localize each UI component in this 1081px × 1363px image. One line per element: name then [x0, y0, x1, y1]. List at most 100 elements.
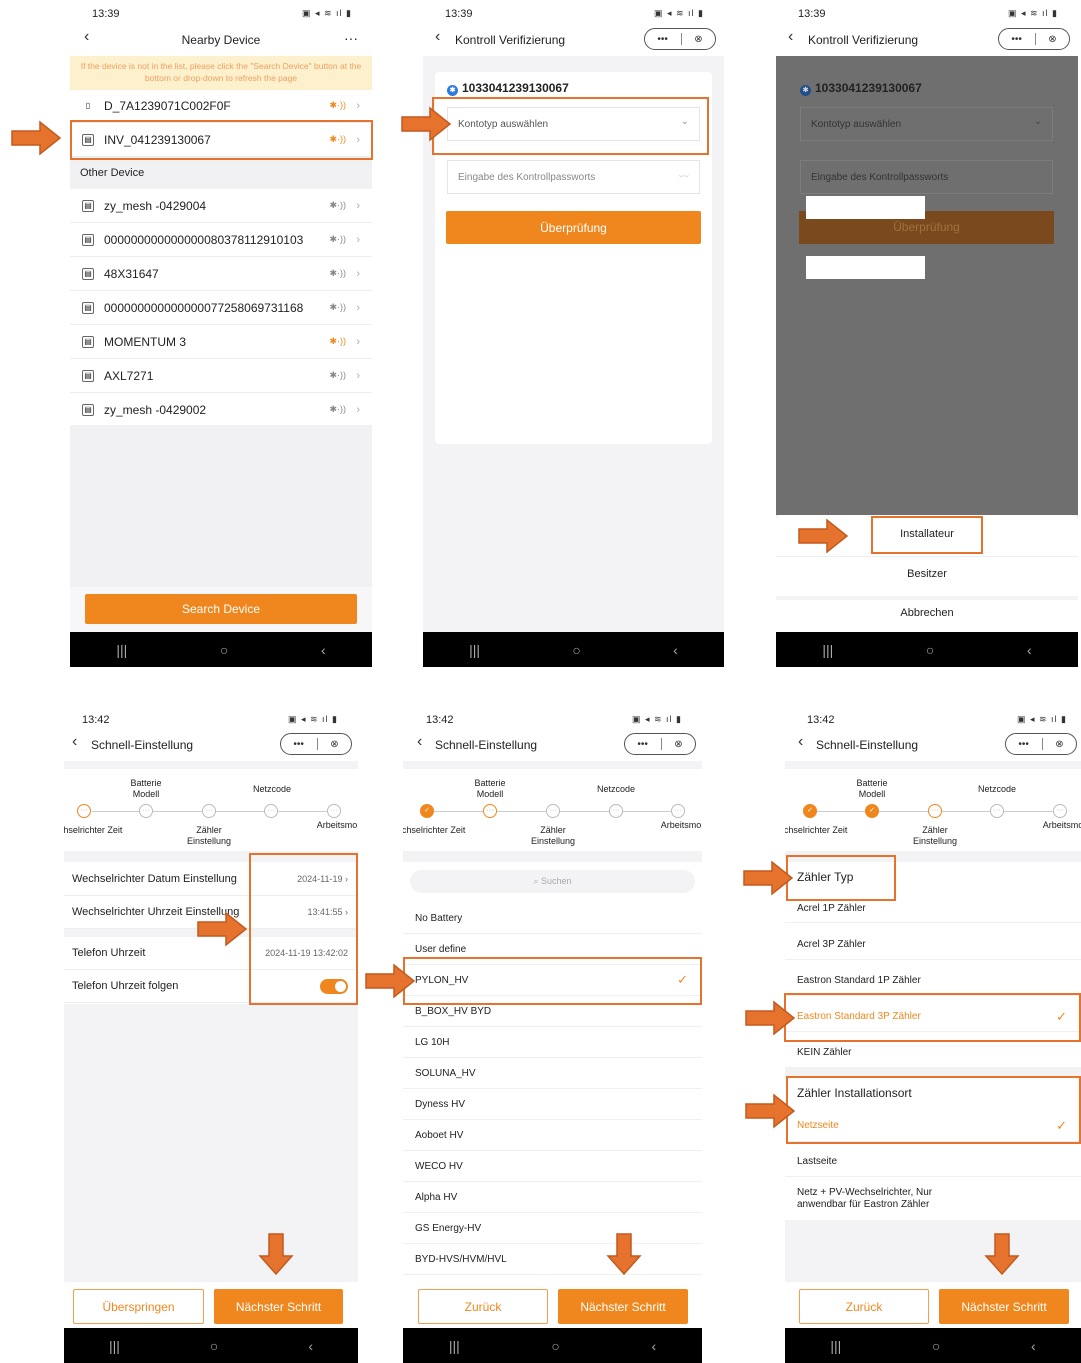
device-icon: ▯ [85, 101, 91, 110]
battery-option[interactable]: GS Energy-HV [403, 1213, 702, 1244]
annotation-down-arrow-icon [607, 1233, 641, 1275]
skip-button[interactable]: Überspringen [73, 1289, 204, 1324]
meter-type-option[interactable]: KEIN Zähler [785, 1038, 1081, 1068]
password-field[interactable]: Eingabe des Kontrollpassworts ⌣⌣ [447, 160, 700, 194]
phone-schnell-einstellung-battery: 13:42 ▣ ◂ ≋ ıl ▮ ‹ Schnell-Einstellung ••… [403, 706, 702, 1363]
more-icon[interactable]: ••• [657, 34, 668, 45]
device-row[interactable]: ▤ 000000000000000080378112910103 ✱·)) › [70, 223, 372, 257]
battery-option[interactable]: Alpha HV [403, 1182, 702, 1213]
device-name: zy_mesh -0429004 [104, 198, 207, 213]
step-1-done-icon: ✓ [803, 804, 817, 818]
battery-option[interactable]: No Battery [403, 903, 702, 934]
verify-button[interactable]: Überprüfung [446, 211, 701, 244]
close-circle-icon[interactable]: ⊗ [674, 739, 682, 750]
chevron-right-icon: › [356, 369, 360, 382]
close-circle-icon[interactable]: ⊗ [1055, 739, 1063, 750]
row-label: Telefon Uhrzeit folgen [72, 980, 179, 992]
device-row[interactable]: ▯ D_7A1239071C002F0F ✱·)) › [70, 89, 372, 123]
device-name: AXL7271 [104, 368, 154, 383]
back-nav-icon[interactable]: ‹ [308, 1338, 313, 1354]
option-label: Aoboet HV [415, 1129, 464, 1141]
more-icon[interactable]: ••• [1011, 34, 1022, 45]
back-nav-icon[interactable]: ‹ [321, 642, 326, 658]
annotation-arrow-icon [745, 1094, 795, 1128]
back-icon[interactable]: ‹ [435, 28, 440, 46]
device-row[interactable]: ▤ AXL7271 ✱·)) › [70, 359, 372, 393]
next-step-button[interactable]: Nächster Schritt [939, 1289, 1069, 1324]
phone-nearby-device: 13:39 ▣ ◂ ≋ ıl ▮ ‹ Nearby Device ··· If t… [70, 0, 372, 667]
recents-icon[interactable]: ||| [822, 642, 833, 658]
battery-option[interactable]: Aoboet HV [403, 1120, 702, 1151]
back-nav-icon[interactable]: ‹ [651, 1338, 656, 1354]
step-2-label: Batterie Modell [856, 778, 888, 799]
battery-option[interactable]: LG 10H [403, 1027, 702, 1058]
battery-option[interactable]: WECO HV [403, 1151, 702, 1182]
back-button[interactable]: Zurück [799, 1289, 929, 1324]
meter-type-option[interactable]: Acrel 3P Zähler [785, 930, 1081, 960]
bluetooth-badge-icon: ✱ [447, 85, 458, 96]
device-row[interactable]: ▤ 000000000000000077258069731168 ✱·)) › [70, 291, 372, 325]
device-icon: ▤ [82, 233, 94, 246]
device-name: MOMENTUM 3 [104, 334, 186, 349]
battery-option[interactable]: BYD-HVS/HVM/HVL [403, 1244, 702, 1275]
back-nav-icon[interactable]: ‹ [1031, 1338, 1036, 1354]
android-nav-bar: ||| ○ ‹ [776, 632, 1078, 667]
recents-icon[interactable]: ||| [109, 1338, 120, 1354]
device-row[interactable]: ▤ zy_mesh -0429004 ✱·)) › [70, 189, 372, 223]
search-device-button[interactable]: Search Device [85, 594, 357, 624]
back-nav-icon[interactable]: ‹ [673, 642, 678, 658]
recents-icon[interactable]: ||| [469, 642, 480, 658]
home-icon[interactable]: ○ [926, 642, 934, 658]
annotation-arrow-icon [365, 964, 415, 998]
sheet-cancel[interactable]: Abbrechen [776, 607, 1078, 619]
meter-location-option[interactable]: Netz + PV-Wechselrichter, Nur anwendbar … [785, 1182, 965, 1216]
annotation-arrow-icon [197, 912, 247, 946]
home-icon[interactable]: ○ [210, 1338, 218, 1354]
back-nav-icon[interactable]: ‹ [1027, 642, 1032, 658]
more-menu-icon[interactable]: ··· [344, 30, 358, 46]
more-icon[interactable]: ••• [637, 739, 648, 750]
next-step-button[interactable]: Nächster Schritt [558, 1289, 688, 1324]
search-placeholder: Suchen [541, 876, 572, 886]
battery-search-input[interactable]: ⌕ Suchen [410, 870, 695, 893]
meter-type-option[interactable]: Eastron Standard 1P Zähler [785, 966, 1081, 996]
battery-option[interactable]: Dyness HV [403, 1089, 702, 1120]
eye-closed-icon[interactable]: ⌣⌣ [678, 171, 689, 181]
notice-banner: If the device is not in the list, please… [70, 56, 372, 90]
next-step-button[interactable]: Nächster Schritt [214, 1289, 343, 1324]
back-button[interactable]: Zurück [418, 1289, 548, 1324]
back-icon[interactable]: ‹ [788, 28, 793, 46]
more-icon[interactable]: ••• [1018, 739, 1029, 750]
clock: 13:39 [92, 8, 120, 20]
battery-option[interactable]: SOLUNA_HV [403, 1058, 702, 1089]
device-row[interactable]: ▤ MOMENTUM 3 ✱·)) › [70, 325, 372, 359]
close-circle-icon[interactable]: ⊗ [330, 739, 338, 750]
close-circle-icon[interactable]: ⊗ [694, 34, 702, 45]
back-icon[interactable]: ‹ [417, 733, 422, 751]
home-icon[interactable]: ○ [220, 642, 228, 658]
password-field: Eingabe des Kontrollpassworts [800, 160, 1053, 194]
device-row[interactable]: ▤ zy_mesh -0429002 ✱·)) › [70, 393, 372, 427]
home-icon[interactable]: ○ [932, 1338, 940, 1354]
device-row[interactable]: ▤ 48X31647 ✱·)) › [70, 257, 372, 291]
bluetooth-icon: ✱·)) [329, 200, 346, 210]
recents-icon[interactable]: ||| [116, 642, 127, 658]
back-icon[interactable]: ‹ [72, 733, 77, 751]
meter-location-option[interactable]: Lastseite [785, 1147, 1081, 1177]
home-icon[interactable]: ○ [572, 642, 580, 658]
chevron-right-icon: › [356, 335, 360, 348]
device-icon: ▤ [82, 403, 94, 416]
back-icon[interactable]: ‹ [798, 733, 803, 751]
recents-icon[interactable]: ||| [449, 1338, 460, 1354]
close-circle-icon[interactable]: ⊗ [1048, 34, 1056, 45]
step-2-done-icon: ✓ [865, 804, 879, 818]
chevron-right-icon: › [356, 199, 360, 212]
section-gap [403, 761, 702, 769]
content-background [64, 1004, 358, 1282]
option-label: GS Energy-HV [415, 1222, 482, 1234]
sheet-option-owner[interactable]: Besitzer [776, 568, 1078, 580]
recents-icon[interactable]: ||| [830, 1338, 841, 1354]
more-icon[interactable]: ••• [293, 739, 304, 750]
home-icon[interactable]: ○ [551, 1338, 559, 1354]
chevron-right-icon: › [356, 99, 360, 112]
